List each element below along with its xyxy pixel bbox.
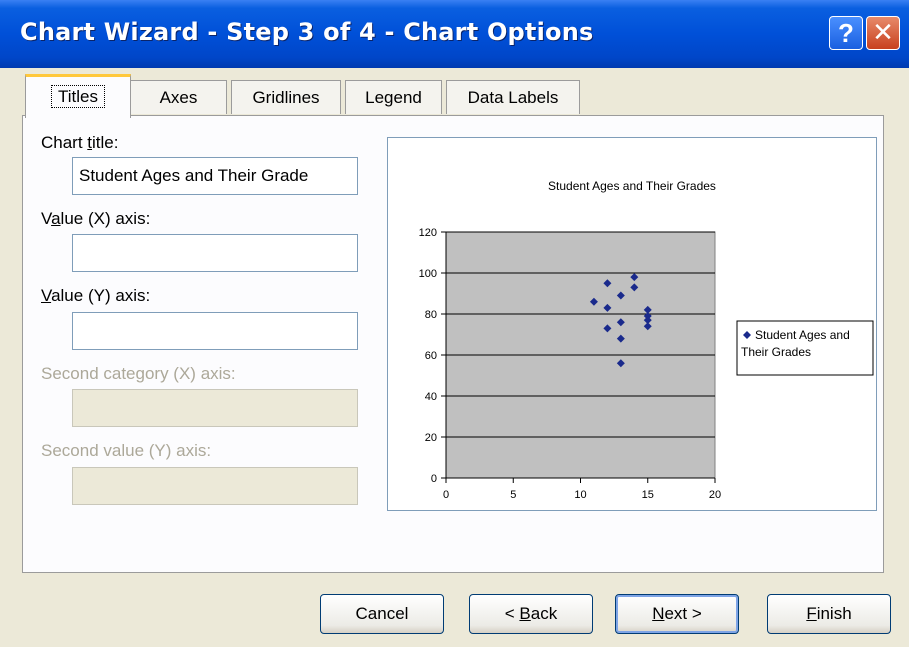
y-tick-label: 80 [425, 309, 437, 321]
next-button[interactable]: Next > [615, 594, 739, 634]
x-tick-label: 5 [510, 489, 516, 501]
value-x-axis-label: Value (X) axis: [41, 209, 151, 228]
chart-preview: Student Ages and Their Grades 0 5 10 15 20 0… [387, 137, 877, 511]
y-tick-label: 120 [419, 227, 437, 239]
y-axis-ticks: 0 20 40 60 80 100 120 [419, 227, 446, 485]
x-tick-label: 20 [709, 489, 721, 501]
chart-title-label: Chart title: [41, 133, 119, 152]
cancel-button[interactable]: Cancel [320, 594, 444, 634]
value-y-axis-label: Value (Y) axis: [41, 286, 151, 305]
tab-data-labels[interactable]: Data Labels [446, 80, 580, 114]
value-x-axis-input[interactable] [72, 234, 358, 272]
title-bar: Chart Wizard - Step 3 of 4 - Chart Optio… [0, 0, 909, 68]
second-category-x-axis-label: Second category (X) axis: [41, 364, 236, 383]
y-tick-label: 40 [425, 391, 437, 403]
y-tick-label: 100 [419, 268, 437, 280]
window-title: Chart Wizard - Step 3 of 4 - Chart Optio… [20, 18, 594, 46]
second-value-y-axis-input [72, 467, 358, 505]
tab-legend[interactable]: Legend [345, 80, 442, 114]
value-y-axis-input[interactable] [72, 312, 358, 350]
y-tick-label: 60 [425, 350, 437, 362]
legend-label: Student Ages and [755, 328, 850, 342]
legend-label: Their Grades [741, 345, 811, 359]
x-tick-label: 0 [443, 489, 449, 501]
titles-panel: Chart title: Student Ages and Their Grad… [22, 115, 884, 573]
x-tick-label: 10 [574, 489, 586, 501]
chart-title-input[interactable]: Student Ages and Their Grade [72, 157, 358, 195]
y-tick-label: 20 [425, 432, 437, 444]
help-button[interactable]: ? [829, 16, 863, 50]
second-category-x-axis-input [72, 389, 358, 427]
x-axis-ticks: 0 5 10 15 20 [443, 478, 721, 501]
finish-button[interactable]: Finish [767, 594, 891, 634]
chart-wizard-dialog: Chart Wizard - Step 3 of 4 - Chart Optio… [0, 0, 909, 647]
second-value-y-axis-label: Second value (Y) axis: [41, 441, 212, 460]
tab-axes[interactable]: Axes [130, 80, 227, 114]
tab-titles[interactable]: Titles [25, 74, 131, 118]
back-button[interactable]: < Back [469, 594, 593, 634]
chart-preview-svg: Student Ages and Their Grades 0 5 10 15 20 0… [419, 179, 874, 501]
x-tick-label: 15 [642, 489, 654, 501]
tab-gridlines[interactable]: Gridlines [231, 80, 341, 114]
chart-title: Student Ages and Their Grades [548, 179, 716, 193]
tab-titles-label: Titles [51, 85, 105, 108]
y-tick-label: 0 [431, 473, 437, 485]
chart-legend: Student Ages and Their Grades [736, 320, 874, 376]
close-button[interactable]: ✕ [866, 16, 900, 50]
